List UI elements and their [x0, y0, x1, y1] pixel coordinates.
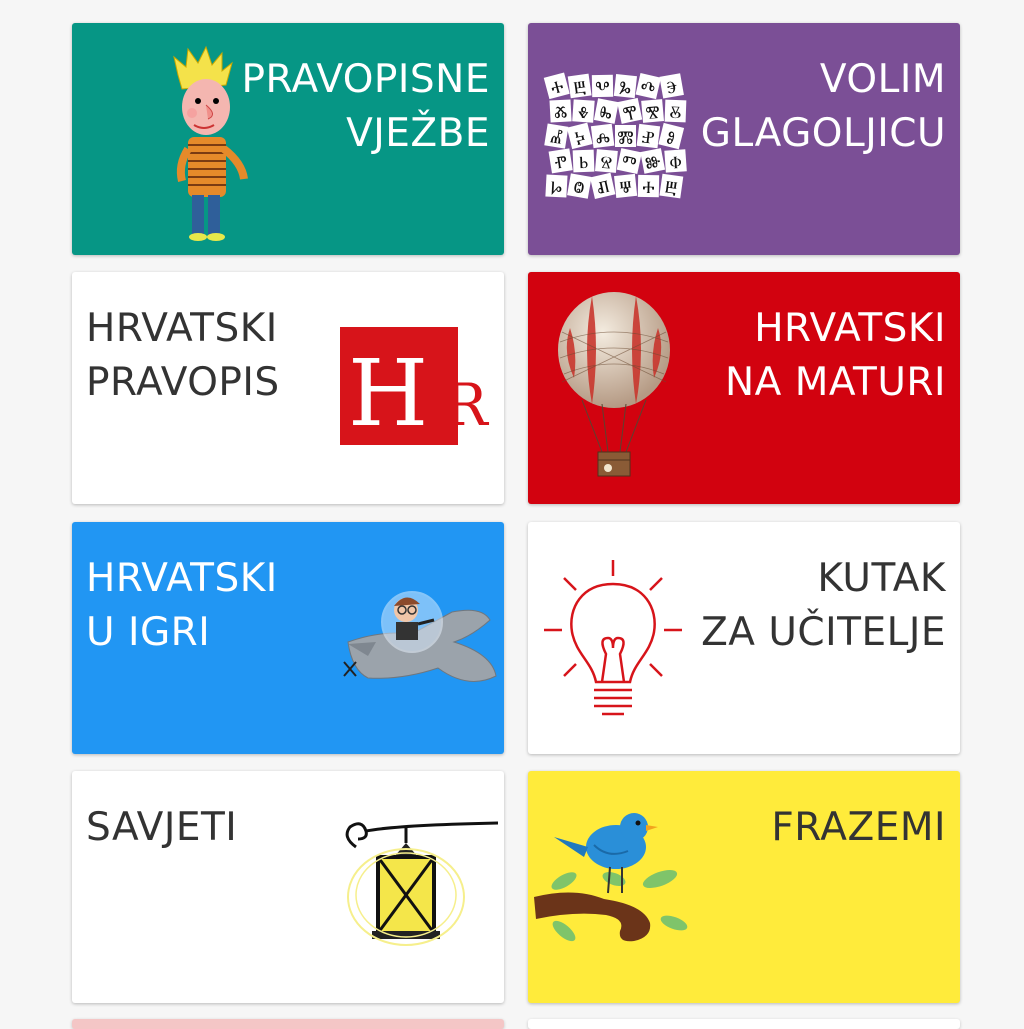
- svg-text:Ⰲ: Ⰲ: [595, 78, 610, 98]
- svg-text:Ⱄ: Ⱄ: [599, 153, 613, 174]
- glagolitic-letter-tile: Ⰼ: [544, 123, 569, 149]
- tile-title: HRVATSKI NA MATURI: [724, 306, 946, 405]
- glagolitic-letter-tile: Ⱁ: [658, 122, 685, 150]
- glagolitic-letter-tile: Ⰱ: [567, 73, 592, 99]
- svg-text:Ⱃ: Ⱃ: [579, 153, 589, 173]
- tile-hrvatski-pravopis[interactable]: HRVATSKI PRAVOPIS H R: [72, 272, 504, 504]
- tile-title: HRVATSKI PRAVOPIS: [86, 306, 280, 405]
- glagolitic-letter-tile: Ⰶ: [549, 99, 572, 124]
- tile-pravopisne-vjezbe[interactable]: PRAVOPISNE VJEŽBE: [72, 23, 504, 255]
- svg-text:Ⰻ: Ⰻ: [669, 103, 682, 123]
- glagolitic-letter-tile: Ⰴ: [635, 73, 661, 99]
- glagolitic-letter-tile: Ⱇ: [664, 149, 687, 173]
- glagolitic-letter-tile: Ⰹ: [617, 97, 643, 124]
- svg-text:Ⰺ: Ⰺ: [645, 102, 661, 123]
- glagolitic-letter-tile: Ⰸ: [593, 98, 619, 124]
- tile-partial-left[interactable]: [72, 1019, 504, 1029]
- glagolitic-letter-tile: Ⰿ: [615, 125, 636, 148]
- airplane-pilot-illustration: [343, 591, 497, 682]
- glagolitic-letter-tile: Ⱅ: [616, 148, 642, 174]
- glagolitic-letter-tile: Ⰲ: [591, 74, 614, 98]
- glagolitic-letter-tile: Ⱋ: [614, 173, 638, 199]
- svg-text:Ⰳ: Ⰳ: [618, 77, 632, 98]
- glagolitic-letter-tile: Ⰰ: [637, 174, 660, 198]
- lightbulb-icon: [544, 560, 682, 716]
- tile-hrvatski-na-maturi[interactable]: HRVATSKI NA MATURI: [528, 272, 960, 504]
- tile-frazemi[interactable]: FRAZEMI: [528, 771, 960, 1003]
- tile-title: KUTAK ZA UČITELJE: [701, 556, 946, 655]
- svg-text:Ⰷ: Ⰷ: [577, 103, 590, 124]
- glagolitic-letter-tile: Ⰱ: [659, 173, 684, 199]
- glagolitic-letter-tile: Ⰽ: [566, 122, 593, 150]
- glagolitic-letter-tile: Ⰵ: [659, 73, 684, 99]
- glagolitic-letter-tile: Ⰷ: [572, 99, 595, 123]
- svg-text:Ⱀ: Ⱀ: [641, 127, 656, 148]
- tile-title: SAVJETI: [86, 805, 238, 850]
- svg-text:Ⰰ: Ⰰ: [642, 178, 655, 198]
- svg-text:Ⰿ: Ⰿ: [617, 128, 633, 148]
- glagolitic-letter-tile: Ⰺ: [641, 99, 665, 124]
- tile-title: PRAVOPISNE VJEŽBE: [241, 57, 490, 156]
- svg-text:Ⱈ: Ⱈ: [550, 178, 563, 199]
- svg-text:Ⰶ: Ⰶ: [554, 103, 568, 124]
- lantern-illustration: [345, 821, 499, 946]
- svg-text:Ⱇ: Ⱇ: [669, 153, 683, 174]
- glagolitic-letter-tile: Ⱀ: [636, 123, 661, 149]
- tile-partial-right[interactable]: [528, 1019, 960, 1029]
- glagolitic-letter-tile: Ⱄ: [594, 149, 618, 174]
- svg-text:Ⰾ: Ⰾ: [595, 127, 612, 149]
- glagolitic-letter-tile: Ⰳ: [613, 74, 637, 99]
- glagolitic-letter-tile: Ⰻ: [664, 99, 687, 123]
- glagolitic-letter-tile: Ⱉ: [567, 173, 592, 199]
- tile-savjeti[interactable]: SAVJETI: [72, 771, 504, 1003]
- glagolitic-letter-tile: Ⱃ: [572, 149, 595, 173]
- bird-on-branch-illustration: [534, 813, 688, 942]
- svg-text:R: R: [444, 371, 490, 439]
- svg-text:Ⱋ: Ⱋ: [619, 177, 633, 198]
- tile-title: HRVATSKI U IGRI: [86, 556, 278, 655]
- glagolitic-letter-tile: Ⱂ: [548, 148, 573, 174]
- tile-hrvatski-u-igri[interactable]: HRVATSKI U IGRI: [72, 522, 504, 754]
- glagolitic-letter-tile: Ⰾ: [590, 123, 615, 149]
- tile-title: VOLIM GLAGOLJICU: [700, 57, 946, 156]
- hr-logo: H R: [340, 327, 490, 445]
- glagolitic-letter-tile: Ⱊ: [590, 172, 616, 199]
- tile-kutak-za-ucitelje[interactable]: KUTAK ZA UČITELJE: [528, 522, 960, 754]
- svg-text:H: H: [348, 340, 428, 445]
- tile-title: FRAZEMI: [771, 805, 946, 850]
- glagolitic-letters-collage: ⰀⰁⰂⰃⰄⰅⰆⰇⰈⰉⰊⰋⰌⰍⰎⰏⰐⰑⰒⰓⰔⰕⰖⰗⰘⰙⰚⰛⰀⰁ: [542, 71, 688, 201]
- glagolitic-letter-tile: Ⱈ: [545, 174, 568, 199]
- tile-volim-glagoljicu[interactable]: ⰀⰁⰂⰃⰄⰅⰆⰇⰈⰉⰊⰋⰌⰍⰎⰏⰐⰑⰒⰓⰔⰕⰖⰗⰘⰙⰚⰛⰀⰁ VOLIM GLA…: [528, 23, 960, 255]
- glagolitic-letter-tile: Ⱆ: [640, 148, 666, 174]
- glagolitic-letter-tile: Ⰰ: [543, 72, 570, 100]
- hot-air-balloon-illustration: [558, 292, 670, 477]
